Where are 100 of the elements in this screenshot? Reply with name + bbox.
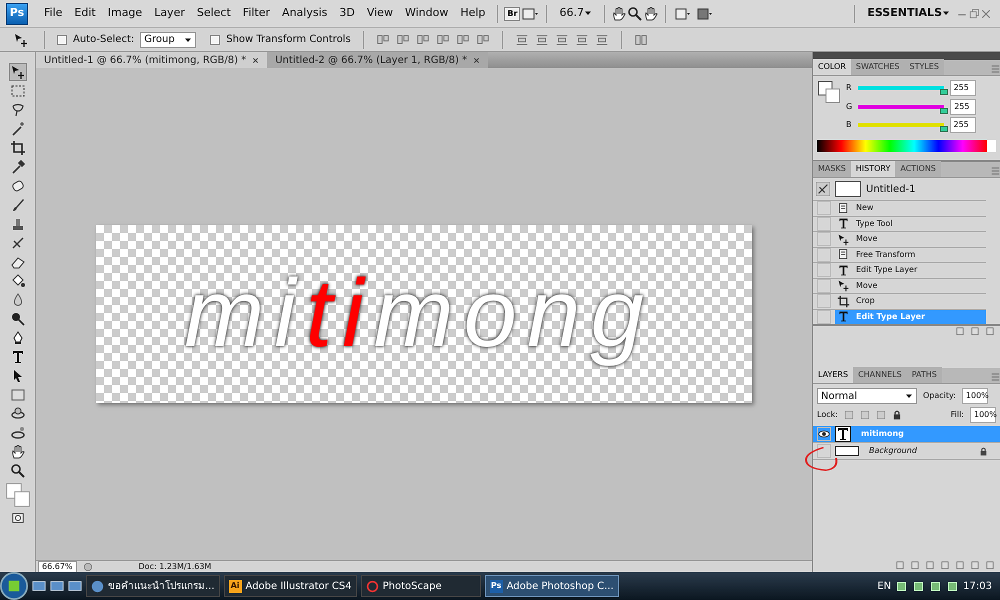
color-swatches-icon[interactable] [817,80,841,104]
distribute-left-icon[interactable] [574,32,589,46]
align-right-icon[interactable] [476,32,490,46]
bridge-button[interactable]: Br [504,6,520,20]
lock-all-icon[interactable] [892,410,902,420]
color-spectrum[interactable] [817,140,996,152]
menu-item[interactable]: Layer [148,5,191,22]
align-top-icon[interactable] [376,32,390,46]
restore-icon[interactable] [968,8,980,20]
slider-thumb[interactable] [940,126,948,132]
history-item[interactable]: Free Transform [835,248,986,262]
panel-tab[interactable]: HISTORY [850,161,896,177]
move-tool-icon[interactable] [10,64,26,80]
start-button[interactable] [0,572,28,600]
eyedropper-tool-icon[interactable] [10,159,26,175]
zoom-tool-icon[interactable] [10,463,26,479]
zoom-icon[interactable] [626,6,643,22]
color-swatches-icon[interactable] [4,482,30,508]
orbit-tool-icon[interactable] [10,425,26,441]
bucket-tool-icon[interactable] [10,273,26,289]
lock-label: Lock: [817,409,838,421]
menu-item[interactable]: Analysis [276,5,334,22]
panel-tab[interactable]: CHANNELS [853,367,907,383]
panel-tab[interactable]: ACTIONS [895,161,941,177]
panel-tab[interactable]: PATHS [906,367,942,383]
type-icon [837,217,850,230]
menu-item[interactable]: Filter [236,5,276,22]
zoom-level-dropdown[interactable]: 66.7 [553,5,598,22]
close-icon[interactable] [473,56,480,64]
history-source-cell[interactable] [817,232,831,246]
menu-item[interactable]: Image [102,5,148,22]
history-source-cell[interactable] [817,310,831,324]
distribute-top-icon[interactable] [514,32,529,46]
lasso-tool-icon[interactable] [10,102,26,118]
layer-row[interactable]: Background [813,443,1000,460]
marquee-tool-icon[interactable] [10,83,26,99]
history-item[interactable]: Crop [835,294,986,308]
slider-thumb[interactable] [940,89,948,95]
history-source-cell[interactable] [817,294,831,308]
distribute-bottom-icon[interactable] [554,32,569,46]
distribute-horizontal-icon[interactable] [594,32,609,46]
clock[interactable]: 17:03 [963,578,992,594]
panel-tab[interactable]: COLOR [813,59,851,75]
close-icon[interactable] [252,56,260,64]
menu-item[interactable]: Window [398,5,454,22]
menu-item[interactable]: View [360,5,399,22]
history-item[interactable]: Edit Type Layer [835,263,986,278]
taskbar-button[interactable]: PhotoScape [360,575,481,597]
transform-controls-checkbox[interactable] [210,34,220,44]
taskbar-button[interactable]: Ai Adobe Illustrator CS4 [224,575,357,597]
history-source-cell[interactable] [817,216,831,231]
menu-item[interactable]: 3D [333,5,361,22]
quick-mask-icon[interactable] [10,511,26,525]
crop-tool-icon[interactable] [10,140,26,156]
workspace-switcher[interactable]: ESSENTIALS [861,5,956,22]
taskbar-button[interactable]: ขอคำแนะนำโปรแกรม... [86,575,220,597]
slider-thumb[interactable] [940,108,948,114]
history-item[interactable]: Type Tool [835,216,986,231]
language-indicator[interactable]: EN [877,578,892,594]
align-bottom-icon[interactable] [416,32,430,46]
channel-value-field[interactable]: 255 [950,98,976,114]
menu-item[interactable]: Edit [68,5,102,22]
document-tab[interactable]: Untitled-1 @ 66.7% (mitimong, RGB/8) * [36,52,268,68]
hand-icon[interactable] [610,6,627,22]
panel-tab[interactable]: MASKS [813,161,851,177]
align-horizontal-center-icon[interactable] [456,32,470,46]
history-item[interactable]: Move [835,278,986,293]
menu-item[interactable]: File [38,5,68,22]
history-item[interactable]: New [835,201,986,216]
align-vertical-center-icon[interactable] [396,32,410,46]
view-extras-icon[interactable] [520,6,540,22]
opacity-field[interactable]: 100% [962,388,988,404]
auto-select-dropdown[interactable]: Group [140,32,196,48]
panel-tab[interactable]: LAYERS [813,367,854,383]
document-tab[interactable]: Untitled-2 @ 66.7% (Layer 1, RGB/8) * [267,52,488,68]
distribute-center-icon[interactable] [534,32,549,46]
history-source-cell[interactable] [817,263,831,278]
visibility-toggle[interactable] [817,427,831,441]
dodge-tool-icon[interactable] [10,311,26,327]
panel-tab[interactable]: STYLES [904,59,944,75]
menu-item[interactable]: Select [190,5,237,22]
history-item[interactable]: Move [835,232,986,246]
taskbar-button[interactable]: Ps Adobe Photoshop C... [484,575,619,597]
history-source-cell[interactable] [817,248,831,262]
zoom-field[interactable]: 66.67% [38,560,77,572]
align-left-icon[interactable] [436,32,450,46]
fill-field[interactable]: 100% [970,407,996,423]
auto-align-icon[interactable] [634,32,648,46]
wand-tool-icon[interactable] [10,121,26,137]
history-source-cell[interactable] [817,278,831,293]
rectangle-tool-icon[interactable] [10,387,26,403]
panel-tab[interactable]: SWATCHES [850,59,904,75]
channel-value-field[interactable]: 255 [950,80,976,96]
channel-value-field[interactable]: 255 [950,117,976,133]
hand-tool-icon[interactable] [10,444,26,460]
menu-item[interactable]: Help [454,5,492,22]
auto-select-checkbox[interactable] [57,34,67,44]
blend-mode-dropdown[interactable]: Normal [817,388,917,404]
visibility-toggle[interactable] [817,444,831,458]
history-source-cell[interactable] [817,201,831,216]
